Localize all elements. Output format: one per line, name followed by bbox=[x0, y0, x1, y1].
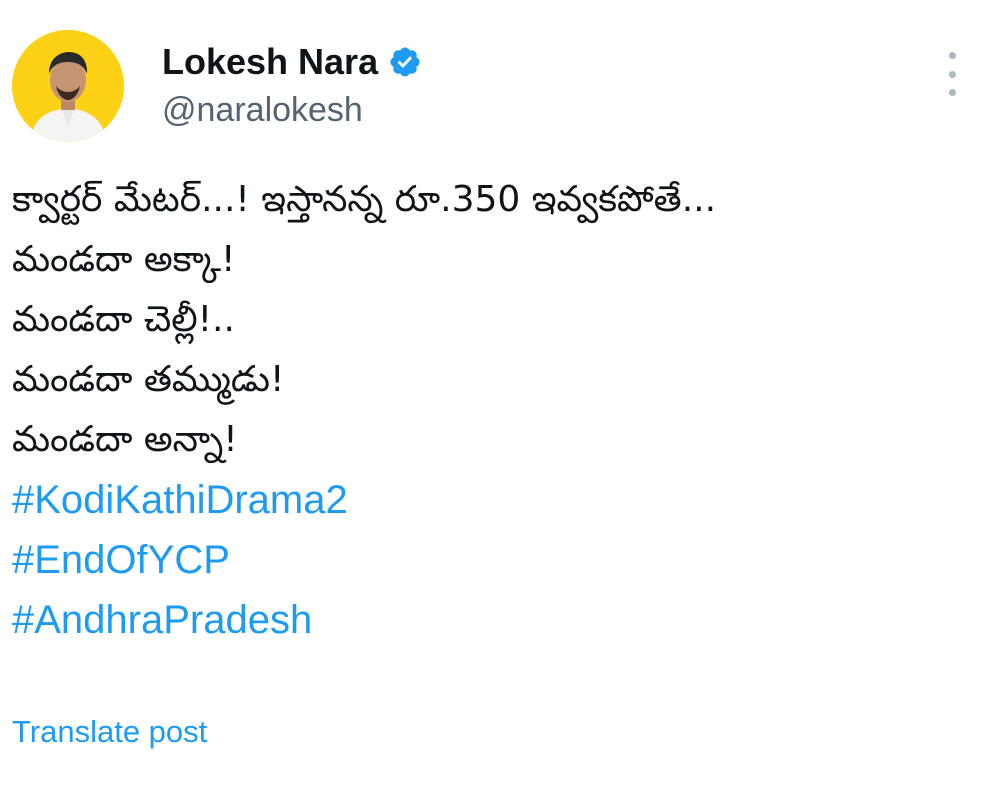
more-vertical-icon[interactable] bbox=[942, 52, 962, 96]
post-card: Lokesh Nara @naralokesh క్వార్టర్ మేటర్.… bbox=[0, 0, 996, 806]
hashtag-link[interactable]: #EndOfYCP bbox=[12, 530, 972, 590]
translate-post-link[interactable]: Translate post bbox=[12, 712, 207, 752]
profile-photo-icon bbox=[12, 30, 124, 142]
verified-badge-icon bbox=[388, 45, 422, 79]
post-header: Lokesh Nara @naralokesh bbox=[12, 30, 982, 142]
post-line: మండదా చెల్లీ!.. bbox=[12, 299, 235, 340]
post-line: మండదా తమ్ముడు! bbox=[12, 359, 285, 400]
post-line: మండదా అక్కా! bbox=[12, 239, 236, 280]
post-line: క్వార్టర్ మేటర్...! ఇస్తానన్న రూ.350 ఇవ్… bbox=[12, 179, 717, 220]
name-row: Lokesh Nara bbox=[162, 40, 422, 84]
hashtag-link[interactable]: #AndhraPradesh bbox=[12, 590, 972, 650]
post-text: క్వార్టర్ మేటర్...! ఇస్తానన్న రూ.350 ఇవ్… bbox=[12, 170, 972, 650]
post-line: మండదా అన్నా! bbox=[12, 419, 238, 460]
display-name[interactable]: Lokesh Nara bbox=[162, 40, 378, 84]
avatar[interactable] bbox=[12, 30, 124, 142]
user-handle[interactable]: @naralokesh bbox=[162, 88, 363, 132]
hashtag-link[interactable]: #KodiKathiDrama2 bbox=[12, 470, 972, 530]
